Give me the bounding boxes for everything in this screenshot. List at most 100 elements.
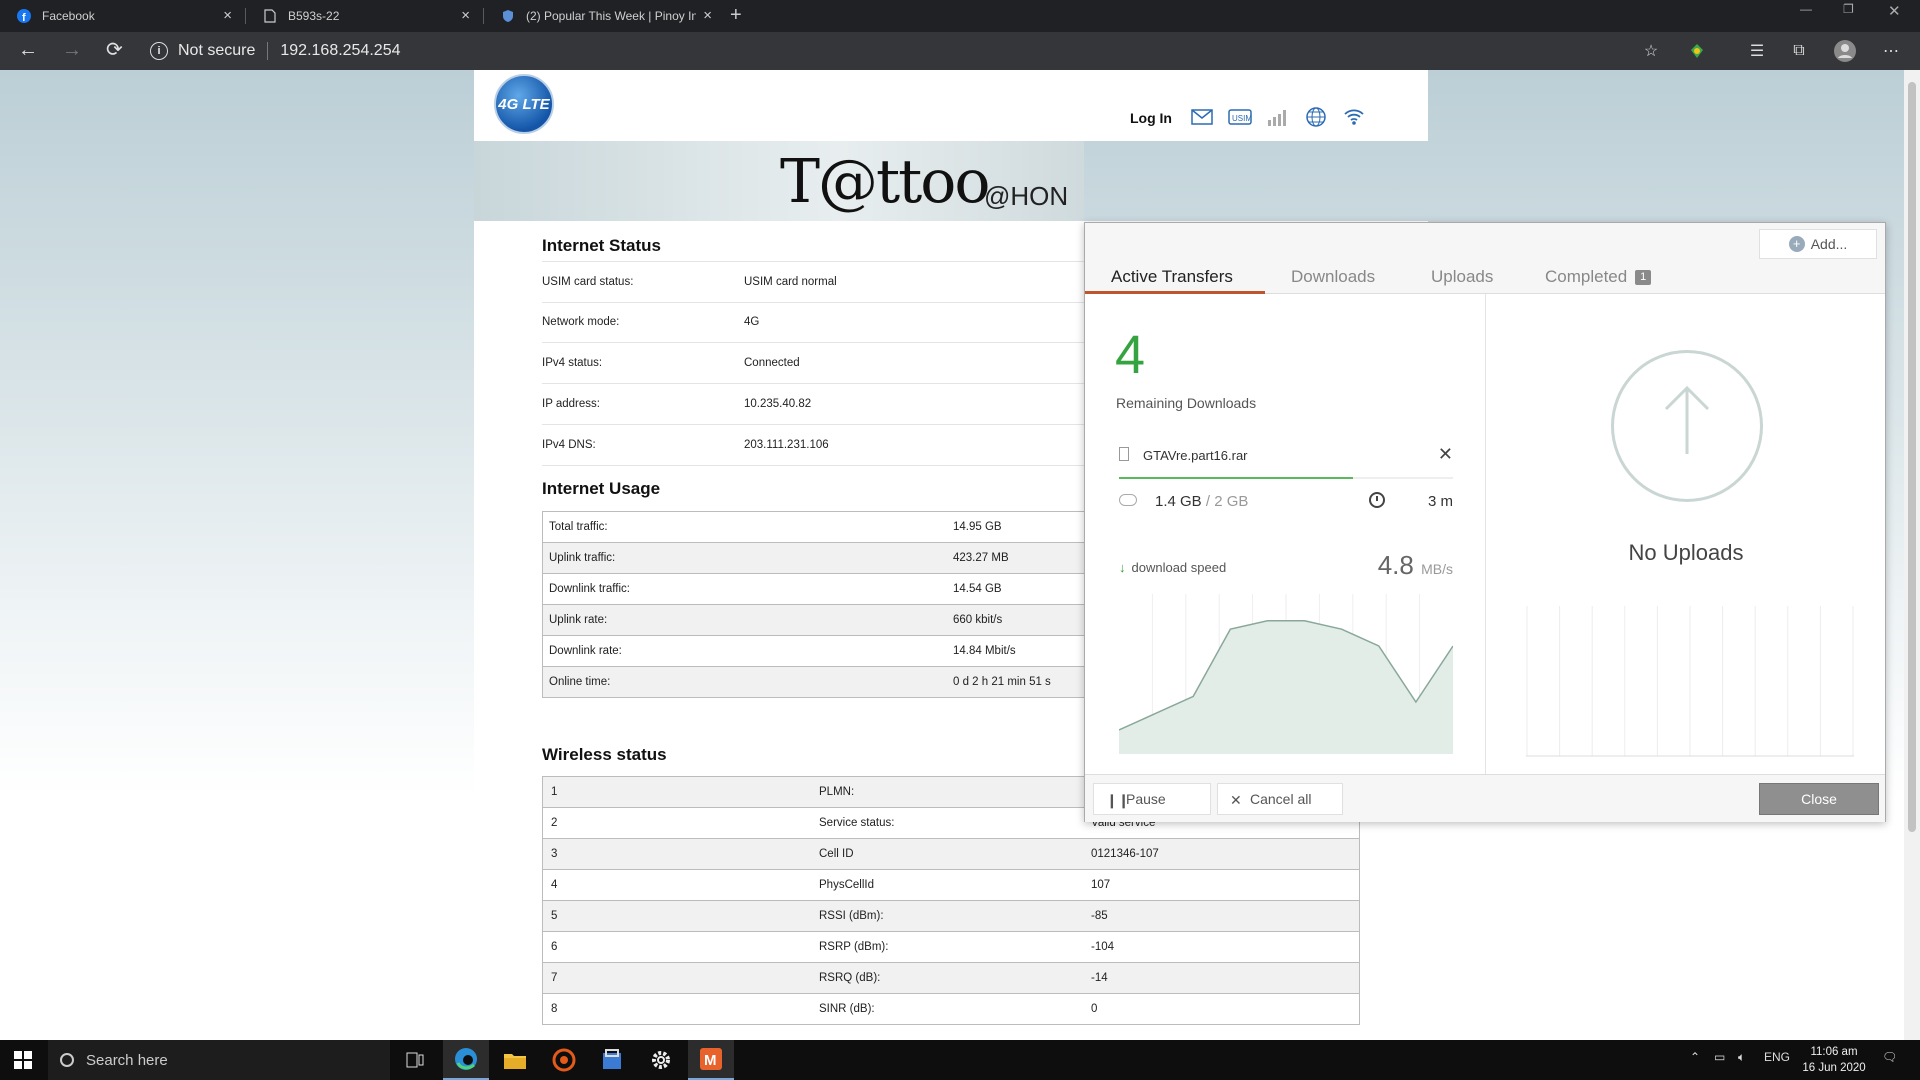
wireless-row: 3 Cell ID 0121346-107 (543, 839, 1359, 870)
speed-chart (1119, 594, 1453, 754)
extension-icon[interactable] (1686, 40, 1708, 62)
add-button[interactable]: + Add... (1759, 229, 1877, 259)
pause-button[interactable]: ❙❙ Pause (1093, 783, 1211, 815)
notification-icon[interactable]: 🗨︎ (1882, 1050, 1897, 1064)
login-link[interactable]: Log In (1130, 110, 1172, 126)
speed-unit: MB/s (1421, 561, 1453, 577)
wireless-label: Cell ID (819, 848, 854, 860)
tab-uploads[interactable]: Uploads (1431, 267, 1493, 287)
tab-active-transfers[interactable]: Active Transfers (1111, 267, 1233, 287)
language-indicator[interactable]: ENG (1764, 1050, 1790, 1064)
wireless-value: -104 (1091, 941, 1115, 953)
collections-icon[interactable]: ⧉ (1788, 40, 1810, 62)
status-value: 203.111.231.106 (744, 439, 829, 451)
file-name: GTAVre.part16.rar (1143, 448, 1248, 463)
tab-router[interactable]: B593s-22 × (246, 0, 482, 32)
usage-value: 423.27 MB (953, 552, 1009, 564)
download-manager-icon[interactable]: M (688, 1040, 734, 1080)
status-value: USIM card normal (744, 276, 837, 288)
shield-icon (500, 8, 516, 24)
search-icon (60, 1053, 74, 1067)
wireless-label: Service status: (819, 817, 895, 829)
usage-label: Total traffic: (549, 521, 608, 533)
address-bar: ← → ⟳ i Not secure 192.168.254.254 ☆ ☰ ⧉… (0, 32, 1920, 70)
taskbar-search[interactable]: Search here (48, 1040, 390, 1080)
internet-status-title: Internet Status (542, 236, 662, 255)
svg-text:M: M (704, 1052, 717, 1069)
progress-fill (1119, 477, 1353, 479)
usage-label: Online time: (549, 676, 611, 688)
favorite-star-icon[interactable]: ☆ (1640, 40, 1662, 62)
reload-button[interactable]: ⟳ (106, 40, 123, 60)
url-text[interactable]: 192.168.254.254 (280, 42, 400, 60)
status-row: USIM card status: USIM card normal (542, 261, 1102, 303)
network-icon[interactable]: ▭ (1714, 1050, 1725, 1064)
edge-icon[interactable] (443, 1040, 489, 1080)
app-store-icon[interactable] (589, 1040, 635, 1080)
globe-icon[interactable] (1304, 107, 1328, 127)
omnibox[interactable]: i Not secure 192.168.254.254 (150, 35, 1650, 67)
app-orange-icon[interactable] (541, 1040, 587, 1080)
signal-icon[interactable] (1266, 107, 1290, 127)
usim-icon[interactable]: USIM (1228, 107, 1252, 127)
usage-value: 14.54 GB (953, 583, 1002, 595)
status-row: IP address: 10.235.40.82 (542, 384, 1102, 425)
task-view-icon[interactable] (392, 1040, 438, 1080)
page-viewport: 4G LTE Log In USIM T@ttoo @HON Internet … (0, 70, 1904, 1040)
dialog-header: + Add... Active Transfers Downloads Uplo… (1085, 223, 1885, 294)
info-icon[interactable]: i (150, 42, 168, 60)
new-tab-button[interactable]: + (730, 4, 742, 26)
tab-downloads[interactable]: Downloads (1291, 267, 1375, 287)
remaining-label: Remaining Downloads (1116, 395, 1257, 411)
clock-date: 16 Jun 2020 (1802, 1062, 1866, 1074)
maximize-button[interactable]: ❐ (1843, 2, 1854, 16)
more-menu-icon[interactable]: ⋯ (1880, 40, 1902, 62)
profile-avatar-icon[interactable] (1834, 40, 1856, 62)
usage-row: Downlink traffic: 14.54 GB (543, 574, 1103, 605)
close-icon[interactable]: × (223, 8, 232, 23)
svg-text:USIM: USIM (1232, 114, 1252, 123)
windows-start-icon[interactable] (14, 1051, 32, 1069)
favorites-icon[interactable]: ☰ (1746, 40, 1768, 62)
status-label: IPv4 status: (542, 357, 603, 369)
wireless-value: -14 (1091, 972, 1108, 984)
volume-icon[interactable]: 🔈︎ (1738, 1050, 1745, 1065)
windows-taskbar: Search here M ⌃ ▭ 🔈︎ ENG 11:06 am 16 Jun… (0, 1040, 1920, 1080)
tab-pinoy[interactable]: (2) Popular This Week | Pinoy Int × (484, 0, 724, 32)
file-explorer-icon[interactable] (492, 1040, 538, 1080)
upload-arrow-icon (1611, 350, 1763, 502)
wireless-label: RSSI (dBm): (819, 910, 884, 922)
back-button[interactable]: ← (18, 40, 38, 60)
tab-facebook[interactable]: f Facebook × (0, 0, 244, 32)
settings-gear-icon[interactable] (638, 1040, 684, 1080)
row-number: 2 (551, 817, 558, 829)
clock-icon (1369, 492, 1385, 508)
close-window-button[interactable]: ✕ (1888, 2, 1901, 20)
mail-icon[interactable] (1190, 107, 1214, 127)
plus-icon: + (1788, 236, 1805, 252)
cancel-all-button[interactable]: ✕ Cancel all (1217, 783, 1343, 815)
wireless-value: 0121346-107 (1091, 848, 1159, 860)
close-icon[interactable]: × (703, 8, 712, 23)
show-hidden-icons[interactable]: ⌃ (1690, 1050, 1700, 1064)
usage-label: Downlink traffic: (549, 583, 630, 595)
taskbar-clock[interactable]: 11:06 am 16 Jun 2020 (1794, 1044, 1874, 1076)
scrollbar-thumb[interactable] (1908, 82, 1916, 832)
page-scrollbar[interactable] (1904, 70, 1920, 1040)
speed-label: download speed (1131, 560, 1227, 575)
tab-completed[interactable]: Completed 1 (1545, 267, 1652, 287)
banner-suffix: @HON (984, 181, 1069, 211)
wireless-value: 0 (1091, 1003, 1098, 1015)
row-number: 1 (551, 786, 558, 798)
down-arrow-icon: ↓ (1119, 560, 1126, 575)
cancel-download-icon[interactable]: ✕ (1438, 444, 1453, 465)
wireless-row: 4 PhysCellId 107 (543, 870, 1359, 901)
close-button[interactable]: Close (1759, 783, 1879, 815)
forward-button[interactable]: → (62, 40, 82, 60)
banner-brand: T@ttoo (780, 147, 990, 217)
wifi-icon[interactable] (1342, 107, 1366, 127)
status-value: Connected (744, 357, 800, 369)
download-item[interactable]: GTAVre.part16.rar ✕ (1119, 444, 1453, 468)
minimize-button[interactable]: — (1800, 2, 1812, 16)
close-icon[interactable]: × (461, 8, 470, 23)
